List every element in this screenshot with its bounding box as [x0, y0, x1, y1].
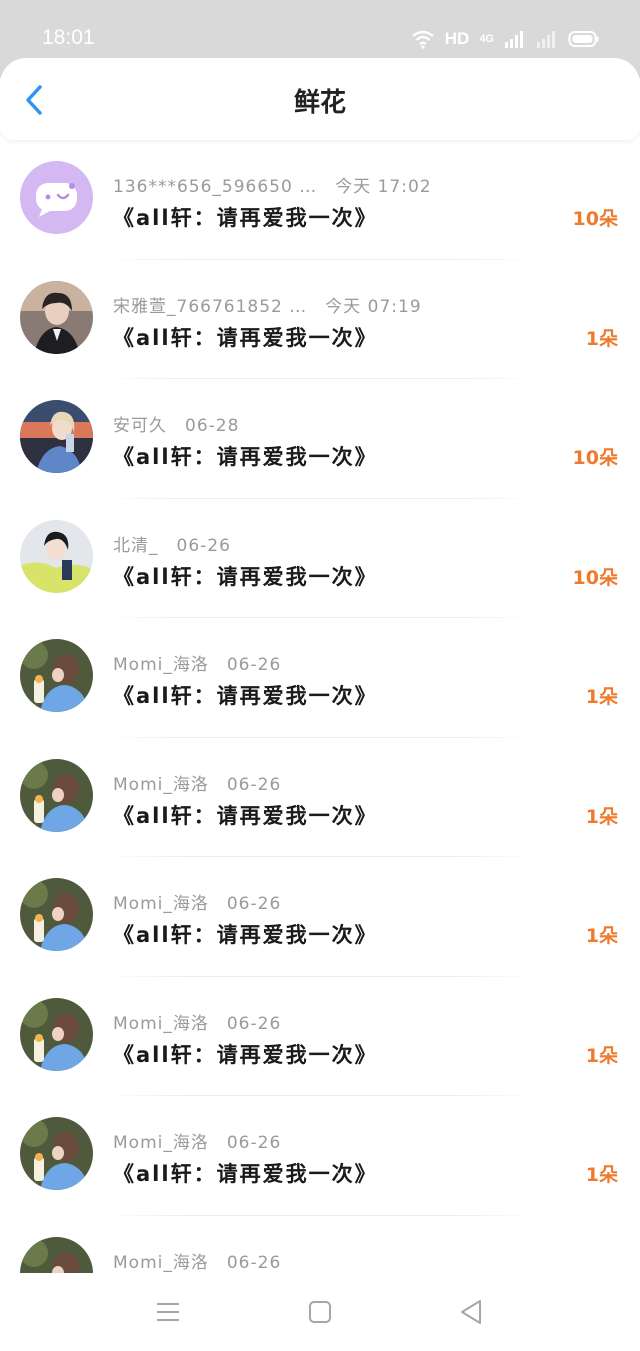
- avatar[interactable]: [20, 639, 93, 712]
- timestamp: 06-26: [226, 774, 282, 795]
- item-meta: 安可久 06-28: [113, 411, 239, 436]
- list-item[interactable]: Momi_海洛 06-26 《all轩：请再爱我一次》 1朵: [0, 1096, 640, 1216]
- flower-count: 10朵: [572, 447, 618, 469]
- portrait-dark: [20, 280, 93, 354]
- flower-count: 1朵: [585, 1164, 618, 1186]
- battery-icon: [568, 31, 599, 47]
- list-item[interactable]: Momi_海洛 06-26 《all轩：请再爱我一次》 1朵: [0, 977, 640, 1096]
- back-icon[interactable]: [456, 1297, 486, 1327]
- item-meta: 宋雅萱_766761852 … 今天 07:19: [113, 292, 422, 317]
- portrait-girl: [20, 1236, 93, 1273]
- bubble-icon: [20, 161, 93, 234]
- signal-icon: [505, 31, 523, 48]
- portrait-girl: [20, 1117, 93, 1190]
- signal-label: 4G: [479, 33, 494, 45]
- timestamp: 06-26: [226, 1133, 282, 1153]
- network-label: HD: [444, 29, 470, 48]
- avatar[interactable]: [20, 878, 93, 951]
- menu-icon[interactable]: [153, 1297, 183, 1327]
- avatar[interactable]: [20, 280, 93, 354]
- avatar[interactable]: [20, 161, 93, 234]
- item-meta: Momi_海洛 06-26: [113, 770, 281, 795]
- flower-count: 1朵: [585, 1044, 618, 1067]
- timestamp: 06-28: [185, 416, 240, 436]
- timestamp: 06-26: [226, 1252, 282, 1273]
- message-text: 《all轩：请再爱我一次》: [113, 684, 378, 708]
- flower-count: 1朵: [585, 805, 618, 828]
- status-icons: HD 4G: [411, 26, 600, 52]
- portrait-sunset: [20, 400, 93, 473]
- username[interactable]: 安可久: [113, 416, 167, 436]
- navigation-bar: [0, 1273, 640, 1351]
- message-text: 《all轩：请再爱我一次》: [113, 1042, 378, 1067]
- message-text: 《all轩：请再爱我一次》: [113, 445, 378, 469]
- portrait-girl: [20, 758, 93, 832]
- username[interactable]: Momi_海洛: [113, 1133, 209, 1153]
- timestamp: 06-26: [226, 1013, 282, 1034]
- portrait-girl: [20, 639, 93, 712]
- avatar[interactable]: [20, 400, 93, 473]
- list-item[interactable]: 136***656_596650 … 今天 17:02 《all轩：请再爱我一次》…: [0, 140, 640, 260]
- item-meta: Momi_海洛 06-26: [113, 650, 281, 675]
- list-item[interactable]: 北清_ 06-26 《all轩：请再爱我一次》 10朵: [0, 499, 640, 618]
- wifi-icon: [412, 30, 434, 49]
- username[interactable]: Momi_海洛: [113, 775, 209, 795]
- page-title: 鲜花: [293, 88, 346, 118]
- header: 鲜花: [0, 58, 640, 140]
- flower-count: 1朵: [585, 686, 618, 708]
- message-text: 《all轩：请再爱我一次》: [113, 803, 378, 828]
- home-icon[interactable]: [305, 1297, 335, 1327]
- username[interactable]: Momi_海洛: [113, 655, 209, 675]
- message-text: 《all轩：请再爱我一次》: [113, 1162, 378, 1186]
- flower-count: 10朵: [572, 566, 618, 589]
- message-text: 《all轩：请再爱我一次》: [113, 206, 378, 230]
- timestamp: 06-26: [226, 894, 282, 914]
- username[interactable]: 宋雅萱_766761852 …: [113, 297, 307, 317]
- flower-count: 1朵: [585, 327, 618, 350]
- item-meta: 136***656_596650 … 今天 17:02: [113, 172, 432, 197]
- message-text: 《all轩：请再爱我一次》: [113, 564, 378, 589]
- item-meta: Momi_海洛 06-26: [113, 1009, 281, 1034]
- list-item[interactable]: Momi_海洛 06-26 《all轩：请再爱我一次》 1朵: [0, 618, 640, 738]
- flower-list[interactable]: 136***656_596650 … 今天 17:02 《all轩：请再爱我一次》…: [0, 140, 640, 1273]
- avatar[interactable]: [20, 1117, 93, 1190]
- timestamp: 今天 17:02: [335, 177, 432, 197]
- flower-count: 1朵: [585, 925, 618, 947]
- status-time: 18:01: [42, 26, 95, 49]
- item-meta: Momi_海洛 06-26: [113, 889, 281, 914]
- flower-count: 10朵: [572, 208, 618, 230]
- timestamp: 今天 07:19: [325, 296, 422, 317]
- username[interactable]: Momi_海洛: [113, 1253, 209, 1273]
- avatar[interactable]: [20, 1236, 93, 1273]
- item-meta: Momi_海洛 06-26: [113, 1248, 281, 1273]
- portrait-yellow: [20, 519, 93, 593]
- username[interactable]: 136***656_596650 …: [113, 177, 317, 197]
- avatar[interactable]: [20, 519, 93, 593]
- item-meta: Momi_海洛 06-26: [113, 1128, 281, 1153]
- list-item[interactable]: 安可久 06-28 《all轩：请再爱我一次》 10朵: [0, 379, 640, 499]
- portrait-girl: [20, 997, 93, 1071]
- avatar[interactable]: [20, 758, 93, 832]
- message-text: 《all轩：请再爱我一次》: [113, 923, 378, 947]
- avatar[interactable]: [20, 997, 93, 1071]
- list-item[interactable]: Momi_海洛 06-26 《all轩：请再爱我一次》 1朵: [0, 857, 640, 977]
- message-text: 《all轩：请再爱我一次》: [113, 325, 378, 350]
- timestamp: 06-26: [226, 655, 282, 675]
- list-item[interactable]: Momi_海洛 06-26: [0, 1216, 640, 1273]
- list-item[interactable]: 宋雅萱_766761852 … 今天 07:19 《all轩：请再爱我一次》 1朵: [0, 260, 640, 379]
- portrait-girl: [20, 878, 93, 951]
- timestamp: 06-26: [176, 535, 231, 556]
- list-item[interactable]: Momi_海洛 06-26 《all轩：请再爱我一次》 1朵: [0, 738, 640, 857]
- username[interactable]: 北清_: [113, 536, 159, 556]
- username[interactable]: Momi_海洛: [113, 894, 209, 914]
- username[interactable]: Momi_海洛: [113, 1014, 209, 1034]
- item-meta: 北清_ 06-26: [113, 531, 231, 556]
- signal-2-icon: [537, 31, 555, 48]
